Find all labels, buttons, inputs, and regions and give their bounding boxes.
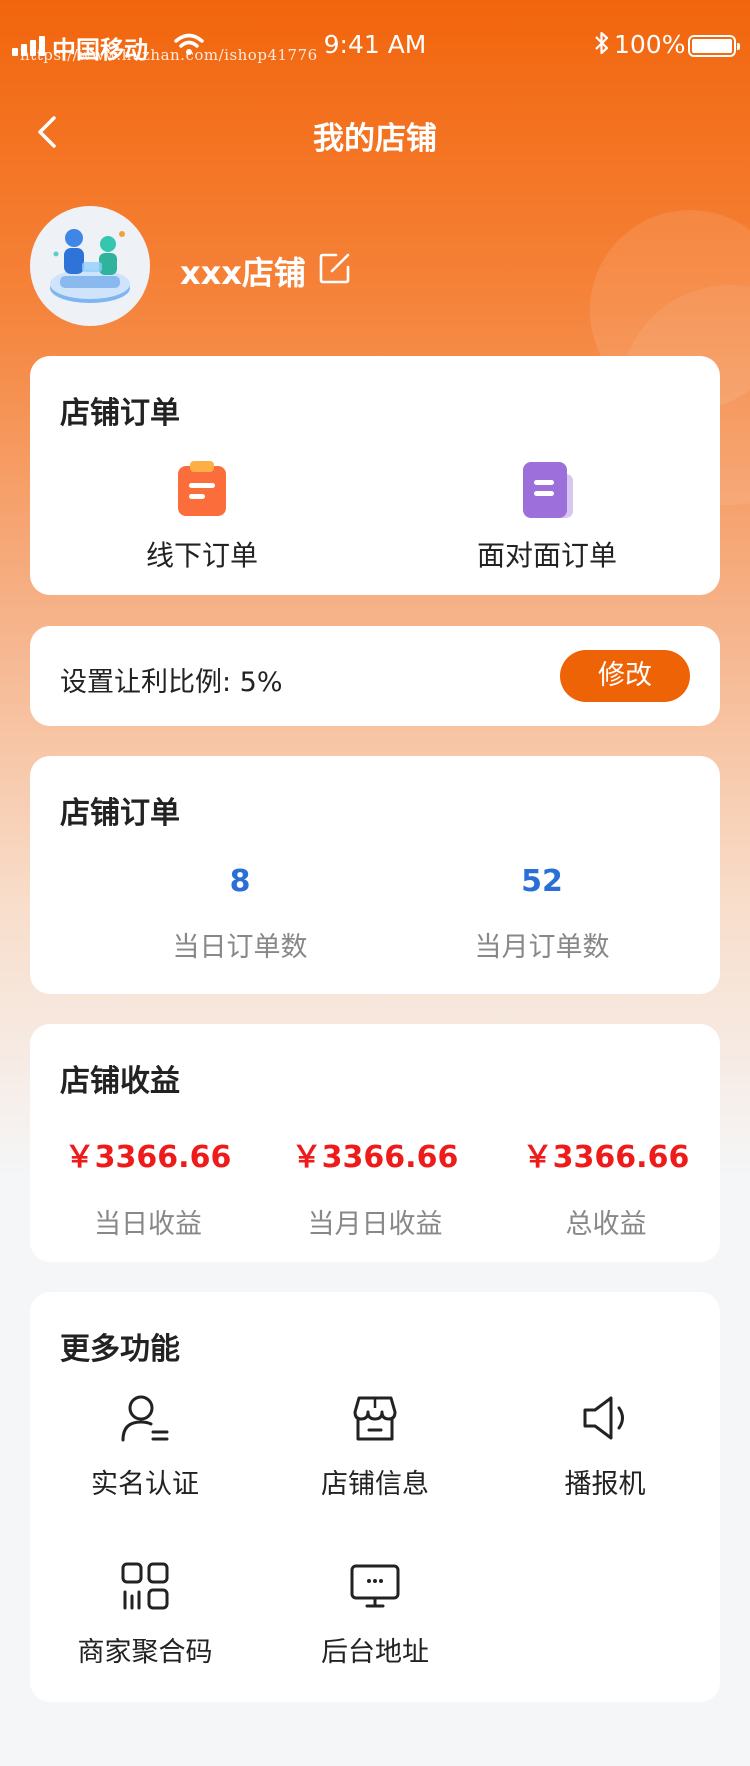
function-store-info[interactable]: 店铺信息 [260, 1392, 490, 1501]
daily-orders-stat: 8 当日订单数 [120, 864, 360, 964]
function-label: 后台地址 [321, 1637, 429, 1668]
bluetooth-icon [595, 31, 609, 55]
function-label: 店铺信息 [321, 1469, 429, 1500]
order-type-card: 店铺订单 线下订单 面对面订单 [30, 356, 720, 595]
user-verify-icon [119, 1392, 171, 1444]
page-title: 我的店铺 [313, 121, 437, 157]
function-label: 播报机 [564, 1469, 646, 1500]
screen: 中国移动 9:41 AM 100% https://www.huzhan.com… [0, 0, 750, 1766]
function-real-name-verification[interactable]: 实名认证 [30, 1392, 260, 1501]
edit-icon[interactable] [318, 251, 352, 285]
offline-order-button[interactable]: 线下订单 [72, 460, 332, 574]
order-stats-card: 店铺订单 8 当日订单数 52 当月订单数 [30, 756, 720, 994]
daily-orders-value: 8 [229, 864, 251, 899]
watermark-text: https://www.huzhan.com/ishop41776 [20, 46, 318, 64]
function-broadcaster[interactable]: 播报机 [490, 1392, 720, 1501]
offline-order-label: 线下订单 [145, 539, 258, 572]
monthly-orders-label: 当月订单数 [474, 932, 610, 963]
total-earnings-value: ￥3366.66 [522, 1140, 690, 1175]
monthly-earnings-value: ￥3366.66 [291, 1140, 459, 1175]
modify-button[interactable]: 修改 [560, 650, 690, 702]
ratio-card: 设置让利比例: 5% 修改 [30, 626, 720, 726]
qr-code-icon [119, 1560, 171, 1612]
battery-percent: 100% [614, 30, 686, 59]
card-title: 店铺订单 [60, 796, 180, 831]
daily-earnings-stat: ￥3366.66 当日收益 [33, 1132, 263, 1241]
function-merchant-qr-code[interactable]: 商家聚合码 [30, 1560, 260, 1669]
function-label: 商家聚合码 [77, 1637, 213, 1668]
monitor-icon [349, 1560, 401, 1612]
monthly-orders-stat: 52 当月订单数 [422, 864, 662, 964]
daily-earnings-label: 当日收益 [94, 1209, 202, 1240]
daily-earnings-value: ￥3366.66 [64, 1140, 232, 1175]
total-earnings-label: 总收益 [565, 1209, 647, 1240]
daily-orders-label: 当日订单数 [172, 932, 308, 963]
card-title: 更多功能 [60, 1332, 180, 1367]
status-bar: 中国移动 9:41 AM 100% https://www.huzhan.com… [0, 0, 750, 92]
avatar [30, 206, 150, 326]
card-title: 店铺订单 [60, 396, 180, 431]
document-icon [517, 460, 577, 518]
monthly-earnings-label: 当月日收益 [307, 1209, 443, 1240]
function-label: 实名认证 [91, 1469, 199, 1500]
shop-avatar-icon [50, 229, 130, 303]
store-icon [349, 1392, 401, 1444]
monthly-earnings-stat: ￥3366.66 当月日收益 [260, 1132, 490, 1241]
earnings-card: 店铺收益 ￥3366.66 当日收益 ￥3366.66 当月日收益 ￥3366.… [30, 1024, 720, 1262]
card-title: 店铺收益 [60, 1064, 180, 1099]
more-functions-card: 更多功能 实名认证 店铺信息 播报机 商家聚合码 后台地址 [30, 1292, 720, 1702]
clipboard-icon [172, 460, 232, 518]
monthly-orders-value: 52 [521, 864, 563, 899]
function-backend-address[interactable]: 后台地址 [260, 1560, 490, 1669]
shop-name: xxx店铺 [180, 254, 306, 292]
total-earnings-stat: ￥3366.66 总收益 [491, 1132, 721, 1241]
face-to-face-order-label: 面对面订单 [476, 539, 617, 572]
face-to-face-order-button[interactable]: 面对面订单 [417, 460, 677, 574]
ratio-label: 设置让利比例: 5% [60, 667, 283, 698]
speaker-icon [579, 1392, 631, 1444]
battery-icon [688, 35, 740, 57]
